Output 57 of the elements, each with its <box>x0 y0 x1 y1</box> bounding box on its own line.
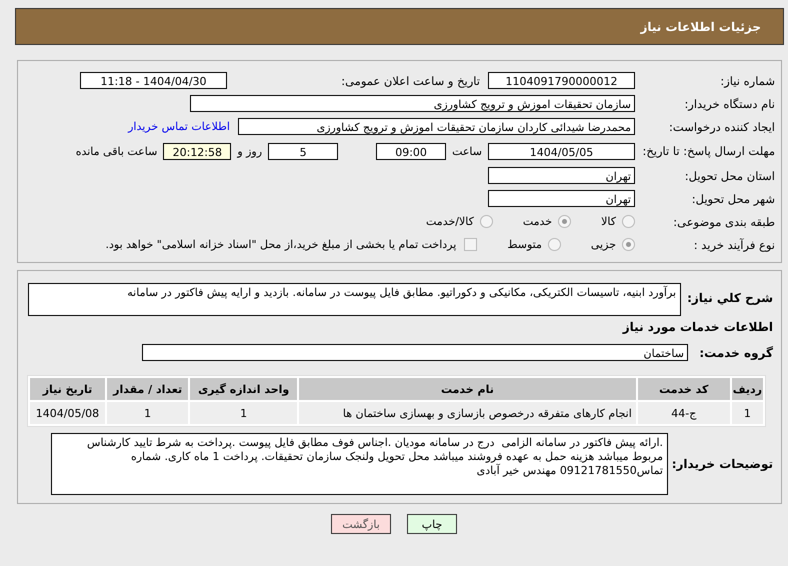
announce-date-field: 1404/04/30 - 11:18 <box>80 72 227 89</box>
field-label: شهر محل تحویل: <box>690 192 776 206</box>
radio-button[interactable] <box>558 215 572 228</box>
field-label: استان محل تحویل: <box>684 168 776 182</box>
table-cell: 1 <box>732 402 763 424</box>
field-label: ایجاد کننده درخواست: <box>668 120 776 134</box>
table-cell: انجام کارهای متفرقه درخصوص بازسازی و بهسازی ساختمان ها <box>299 402 636 424</box>
column-header: واحد اندازه گیری <box>190 378 298 400</box>
description-textarea[interactable]: برآورد ابنیه، تاسیسات الکتریکی، مکانیکی و دکوراتیو. مطابق فایل پیوست در سامانه. بازدید و ارایه پیش فاکتور در سامانه <box>28 283 682 316</box>
column-header: نام خدمت <box>299 378 636 400</box>
days-label: روز و <box>237 144 262 158</box>
radio-button[interactable] <box>622 238 635 251</box>
buyer-notes-textarea[interactable]: .ارائه پیش فاکتور در سامانه الزامی درج در سامانه مودیان .اجناس فوف مطابق فایل پیوست .پرداخت به شرط تایید کارشناس مربوط میباشد هزینه حمل به عهده فروشند میباشد محل تحویل ولنجک سازمان تحقیقات. پرداخت 1 ماه کاری. شماره تماس09121781550 مهندس خیر آبادی <box>51 433 668 495</box>
table-cell: 1404/05/08 <box>30 402 105 424</box>
section-title: اطلاعات خدمات مورد نیاز <box>621 319 774 334</box>
radio-label: جزیی <box>590 238 616 251</box>
deadline-time-field: 09:00 <box>376 142 446 160</box>
checkbox[interactable] <box>464 238 478 251</box>
need-number-field: 1104091790000012 <box>488 72 635 89</box>
radio-label: کالا <box>601 215 616 228</box>
days-field: 5 <box>268 142 338 160</box>
province-field: تهران <box>488 167 635 184</box>
field-label: نوع فرآیند خرید : <box>692 238 776 252</box>
requester-field: محمدرضا شیدائی کاردان سازمان تحقیقات اموزش و ترویج کشاورزی <box>238 118 635 135</box>
field-label: شرح کلي نیاز: <box>687 291 773 305</box>
radio-button[interactable] <box>548 238 561 251</box>
field-label: تاریخ و ساعت اعلان عمومی: <box>340 74 480 88</box>
column-header: تاریخ نیاز <box>30 378 105 400</box>
table-cell: ج-44 <box>638 402 730 424</box>
field-label: طبقه بندی موضوعی: <box>672 214 776 228</box>
remaining-time-field: 20:12:58 <box>163 142 232 160</box>
city-field: تهران <box>488 190 635 207</box>
buyer-org-field: سازمان تحقیقات اموزش و ترویج کشاورزی <box>190 95 635 112</box>
action-button[interactable]: چاپ <box>407 514 457 534</box>
radio-button[interactable] <box>622 215 635 228</box>
checkbox-label: پرداخت تمام یا بخشی از مبلغ خرید،از محل "اسناد خزانه اسلامی" خواهد بود. <box>106 238 456 251</box>
field-label: نام دستگاه خریدار: <box>683 96 776 110</box>
deadline-date-field: 1404/05/05 <box>488 142 635 160</box>
column-header: کد خدمت <box>638 378 730 400</box>
page-title: جزئیات اطلاعات نیاز <box>640 20 761 34</box>
field-label: گروه خدمت: <box>698 346 773 360</box>
radio-button[interactable] <box>480 215 493 228</box>
remaining-label: ساعت باقی مانده <box>76 144 158 158</box>
column-header: تعداد / مقدار <box>106 378 188 400</box>
radio-label: کالا/خدمت <box>426 215 474 228</box>
table-cell: 1 <box>106 402 188 424</box>
column-header: ردیف <box>732 378 763 400</box>
service-group-field: ساختمان <box>142 344 688 361</box>
radio-label: خدمت <box>522 215 552 228</box>
field-label: شماره نیاز: <box>719 74 776 88</box>
table-cell: 1 <box>190 402 298 424</box>
time-label: ساعت <box>452 144 482 158</box>
field-label: مهلت ارسال پاسخ: تا تاریخ: <box>641 144 776 158</box>
action-button[interactable]: بازگشت <box>331 514 391 534</box>
buyer-contact-link[interactable]: اطلاعات تماس خریدار <box>128 120 230 133</box>
radio-label: متوسط <box>507 238 542 251</box>
field-label: توضیحات خریدار: <box>670 457 773 471</box>
